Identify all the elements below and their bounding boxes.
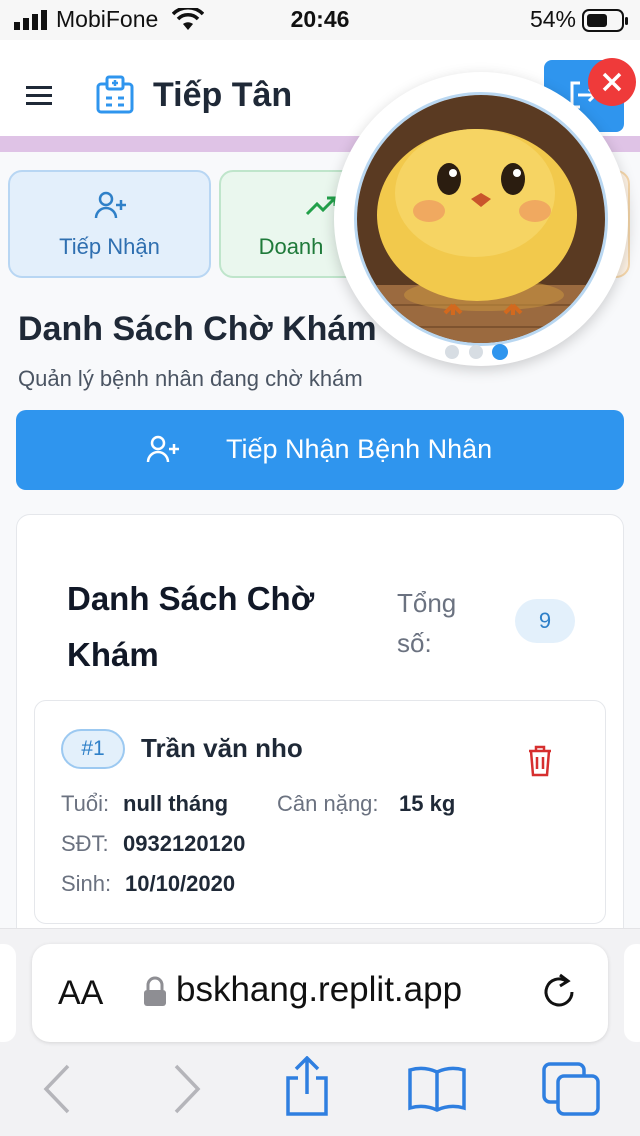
patient-name: Trần văn nho xyxy=(141,733,303,763)
user-plus-icon xyxy=(94,191,126,219)
card-title: Danh Sách Chờ Khám xyxy=(67,580,315,673)
phone-label: SĐT: xyxy=(61,831,109,856)
age-label: Tuổi: xyxy=(61,791,110,816)
user-plus-icon xyxy=(146,435,179,463)
battery-percent: 54% xyxy=(529,6,576,32)
floating-avatar-bubble[interactable] xyxy=(334,72,628,366)
tab-tiep-nhan[interactable]: Tiếp Nhận xyxy=(8,170,211,278)
share-icon[interactable] xyxy=(282,1056,332,1118)
weight-label: Cân nặng: xyxy=(277,791,379,816)
url-text[interactable]: bskhang.replit.app xyxy=(176,970,462,1010)
previous-tab-pill[interactable] xyxy=(0,944,16,1042)
dob-value: 10/10/2020 xyxy=(125,871,236,896)
next-tab-pill[interactable] xyxy=(624,944,640,1042)
back-icon[interactable] xyxy=(42,1064,72,1114)
age-value: null tháng xyxy=(123,791,229,816)
receive-patient-label: Tiếp Nhận Bệnh Nhân xyxy=(226,434,493,464)
carousel-dots[interactable] xyxy=(442,342,518,362)
status-bar: MobiFone 20:46 54% xyxy=(0,0,640,40)
weight-value: 15 kg xyxy=(399,791,456,816)
page-subtitle: Quản lý bệnh nhân đang chờ khám xyxy=(18,366,363,391)
battery-icon xyxy=(582,9,628,32)
phone-value: 0932120120 xyxy=(123,831,246,856)
forward-icon[interactable] xyxy=(172,1064,202,1114)
close-bubble-button[interactable] xyxy=(588,58,636,106)
reader-settings-button[interactable]: AA xyxy=(58,974,103,1013)
total-label: Tổng số: xyxy=(397,588,457,658)
total-badge: 9 xyxy=(515,599,575,643)
receive-patient-button[interactable]: Tiếp Nhận Bệnh Nhân xyxy=(16,410,624,490)
menu-icon[interactable] xyxy=(26,84,54,108)
page-title: Danh Sách Chờ Khám xyxy=(18,310,377,348)
reload-icon[interactable] xyxy=(540,972,580,1012)
lock-icon xyxy=(144,976,166,1006)
hospital-icon xyxy=(96,75,134,114)
dob-label: Sinh: xyxy=(61,871,112,896)
close-icon xyxy=(602,72,622,92)
patient-card[interactable]: #1 Trần văn nho Tuổi: null tháng Cân nặn… xyxy=(34,700,606,924)
bookmarks-icon[interactable] xyxy=(406,1064,468,1114)
chick-illustration xyxy=(357,95,605,343)
tab-label: Tiếp Nhận xyxy=(59,234,160,259)
chick-image xyxy=(354,92,608,346)
tabs-icon[interactable] xyxy=(542,1062,602,1118)
patient-number-badge: #1 xyxy=(61,729,125,769)
app-title: Tiếp Tân xyxy=(153,76,293,114)
trash-icon[interactable] xyxy=(527,745,553,777)
